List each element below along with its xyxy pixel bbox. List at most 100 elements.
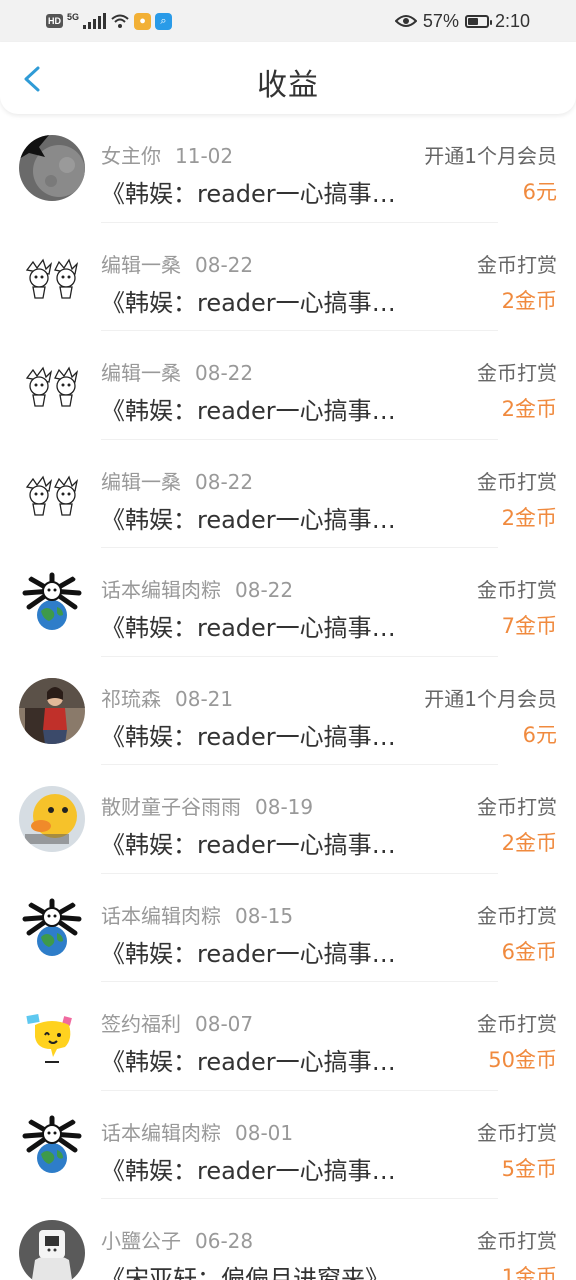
earning-type: 金币打赏 bbox=[477, 578, 557, 602]
yellow-duck-avatar[interactable] bbox=[19, 786, 85, 852]
record-date: 08-07 bbox=[195, 1012, 254, 1036]
earnings-list[interactable]: 女主你 11-02 《韩娱：reader一心搞事业》 开通1个月会员 6元 编辑一… bbox=[0, 114, 576, 1280]
earning-type: 金币打赏 bbox=[477, 1012, 557, 1036]
record-date: 06-28 bbox=[195, 1229, 254, 1253]
list-item[interactable]: 编辑一桑 08-22 《韩娱：reader一心搞事业》 金币打赏 2金币 bbox=[0, 440, 576, 548]
list-item[interactable]: 编辑一桑 08-22 《韩娱：reader一心搞事业》 金币打赏 2金币 bbox=[0, 223, 576, 331]
sender-line: 编辑一桑 08-22 bbox=[101, 357, 253, 386]
chat-bubble-avatar[interactable] bbox=[19, 1003, 85, 1069]
record-date: 11-02 bbox=[175, 144, 234, 168]
cartoon-duo-avatar[interactable] bbox=[19, 352, 85, 418]
eye-icon bbox=[394, 15, 417, 27]
earning-type: 金币打赏 bbox=[477, 252, 557, 277]
hooded-figure-avatar[interactable] bbox=[19, 1220, 85, 1280]
globe-creature-avatar[interactable] bbox=[19, 894, 85, 961]
list-item[interactable]: 祁琉森 08-21 《韩娱：reader一心搞事业》 开通1个月会员 6元 bbox=[0, 657, 576, 765]
book-title: 《韩娱：reader一心搞事业》 bbox=[101, 939, 401, 968]
earning-amount: 6元 bbox=[522, 180, 557, 204]
earning-amount: 7金币 bbox=[501, 614, 557, 638]
record-date: 08-22 bbox=[195, 361, 254, 385]
earning-type: 金币打赏 bbox=[477, 795, 557, 819]
sender-name: 编辑一桑 bbox=[101, 361, 181, 385]
book-title: 《韩娱：reader一心搞事业》 bbox=[101, 1048, 401, 1076]
book-title: 《韩娱：reader一心搞事业》 bbox=[101, 614, 401, 642]
earning-amount: 6元 bbox=[522, 722, 557, 747]
cartoon-duo-avatar[interactable] bbox=[19, 243, 85, 310]
weibo-icon: ● bbox=[134, 12, 152, 30]
sender-name: 话本编辑肉粽 bbox=[101, 903, 221, 928]
earning-amount: 5金币 bbox=[501, 1156, 557, 1181]
page-title: 收益 bbox=[257, 68, 319, 103]
list-item[interactable]: 散财童子谷雨雨 08-19 《韩娱：reader一心搞事业》 金币打赏 2金币 bbox=[0, 765, 576, 874]
dark-moon-avatar[interactable] bbox=[19, 135, 85, 201]
earning-amount: 2金币 bbox=[501, 288, 557, 313]
sender-line: 签约福利 08-07 bbox=[101, 1008, 253, 1037]
sender-line: 小鹽公子 06-28 bbox=[101, 1225, 253, 1254]
photo-person-avatar[interactable] bbox=[19, 677, 85, 744]
list-item[interactable]: 编辑一桑 08-22 《韩娱：reader一心搞事业》 金币打赏 2金币 bbox=[0, 331, 576, 440]
earning-type: 金币打赏 bbox=[477, 469, 557, 494]
sender-line: 祁琉森 08-21 bbox=[101, 683, 233, 712]
earning-type: 金币打赏 bbox=[477, 361, 557, 385]
earning-type: 金币打赏 bbox=[477, 1229, 557, 1253]
wifi-icon bbox=[111, 14, 129, 28]
book-title: 《韩娱：reader一心搞事业》 bbox=[101, 505, 401, 534]
book-title: 《韩娱：reader一心搞事业》 bbox=[101, 288, 401, 317]
clock: 2:10 bbox=[494, 10, 530, 31]
sender-name: 编辑一桑 bbox=[101, 252, 181, 277]
globe-creature-avatar[interactable] bbox=[19, 1111, 85, 1178]
earning-amount: 1金币 bbox=[501, 1265, 557, 1280]
sender-name: 话本编辑肉粽 bbox=[101, 578, 221, 602]
earning-amount: 6金币 bbox=[501, 939, 557, 964]
sender-line: 编辑一桑 08-22 bbox=[101, 466, 253, 495]
book-title: 《韩娱：reader一心搞事业》 bbox=[101, 1156, 401, 1185]
list-item[interactable]: 话本编辑肉粽 08-15 《韩娱：reader一心搞事业》 金币打赏 6金币 bbox=[0, 874, 576, 982]
record-date: 08-22 bbox=[195, 252, 254, 277]
sender-line: 散财童子谷雨雨 08-19 bbox=[101, 791, 313, 820]
network-type: 5G bbox=[67, 12, 80, 22]
signal-icon bbox=[83, 13, 107, 29]
earning-amount: 2金币 bbox=[501, 505, 557, 530]
record-date: 08-01 bbox=[235, 1120, 294, 1145]
sender-name: 签约福利 bbox=[101, 1012, 181, 1036]
record-date: 08-22 bbox=[235, 578, 294, 602]
book-title: 《韩娱：reader一心搞事业》 bbox=[101, 180, 401, 208]
status-bar: HD 5G ● ⌕ 57% 2:10 bbox=[0, 0, 576, 42]
sender-name: 话本编辑肉粽 bbox=[101, 1120, 221, 1145]
earning-type: 金币打赏 bbox=[477, 903, 557, 928]
record-date: 08-15 bbox=[235, 903, 294, 928]
book-title: 《韩娱：reader一心搞事业》 bbox=[101, 831, 401, 859]
list-item[interactable]: 小鹽公子 06-28 《宋亚轩：偏偏月进窗来》 金币打赏 1金币 bbox=[0, 1199, 576, 1280]
sender-line: 话本编辑肉粽 08-15 bbox=[101, 900, 293, 929]
list-item[interactable]: 签约福利 08-07 《韩娱：reader一心搞事业》 金币打赏 50金币 bbox=[0, 982, 576, 1091]
earning-type: 开通1个月会员 bbox=[424, 144, 557, 168]
sender-name: 祁琉森 bbox=[101, 686, 161, 711]
sender-name: 编辑一桑 bbox=[101, 469, 181, 494]
sender-name: 女主你 bbox=[101, 144, 161, 168]
page-header: 收益 bbox=[0, 42, 576, 114]
globe-creature-avatar[interactable] bbox=[19, 569, 85, 635]
status-icons-left: HD 5G ● ⌕ bbox=[46, 10, 173, 32]
book-title: 《韩娱：reader一心搞事业》 bbox=[101, 722, 401, 751]
earning-amount: 50金币 bbox=[488, 1048, 557, 1072]
list-item[interactable]: 话本编辑肉粽 08-22 《韩娱：reader一心搞事业》 金币打赏 7金币 bbox=[0, 548, 576, 657]
list-item[interactable]: 话本编辑肉粽 08-01 《韩娱：reader一心搞事业》 金币打赏 5金币 bbox=[0, 1091, 576, 1199]
record-date: 08-22 bbox=[195, 469, 254, 494]
sender-line: 话本编辑肉粽 08-01 bbox=[101, 1117, 293, 1146]
battery-percent: 57% bbox=[422, 10, 459, 31]
record-date: 08-21 bbox=[175, 686, 234, 711]
earning-type: 金币打赏 bbox=[477, 1120, 557, 1145]
cartoon-duo-avatar[interactable] bbox=[19, 460, 85, 527]
sender-line: 女主你 11-02 bbox=[101, 140, 233, 169]
browser-icon: ⌕ bbox=[155, 12, 173, 30]
book-title: 《宋亚轩：偏偏月进窗来》 bbox=[101, 1265, 389, 1280]
battery-icon bbox=[464, 14, 492, 28]
sender-name: 散财童子谷雨雨 bbox=[101, 795, 241, 819]
list-item[interactable]: 女主你 11-02 《韩娱：reader一心搞事业》 开通1个月会员 6元 bbox=[0, 114, 576, 223]
earning-amount: 2金币 bbox=[501, 397, 557, 421]
sender-line: 编辑一桑 08-22 bbox=[101, 249, 253, 278]
status-icons-right: 57% 2:10 bbox=[394, 8, 530, 34]
earning-amount: 2金币 bbox=[501, 831, 557, 855]
sender-name: 小鹽公子 bbox=[101, 1229, 181, 1253]
earning-type: 开通1个月会员 bbox=[424, 686, 557, 711]
